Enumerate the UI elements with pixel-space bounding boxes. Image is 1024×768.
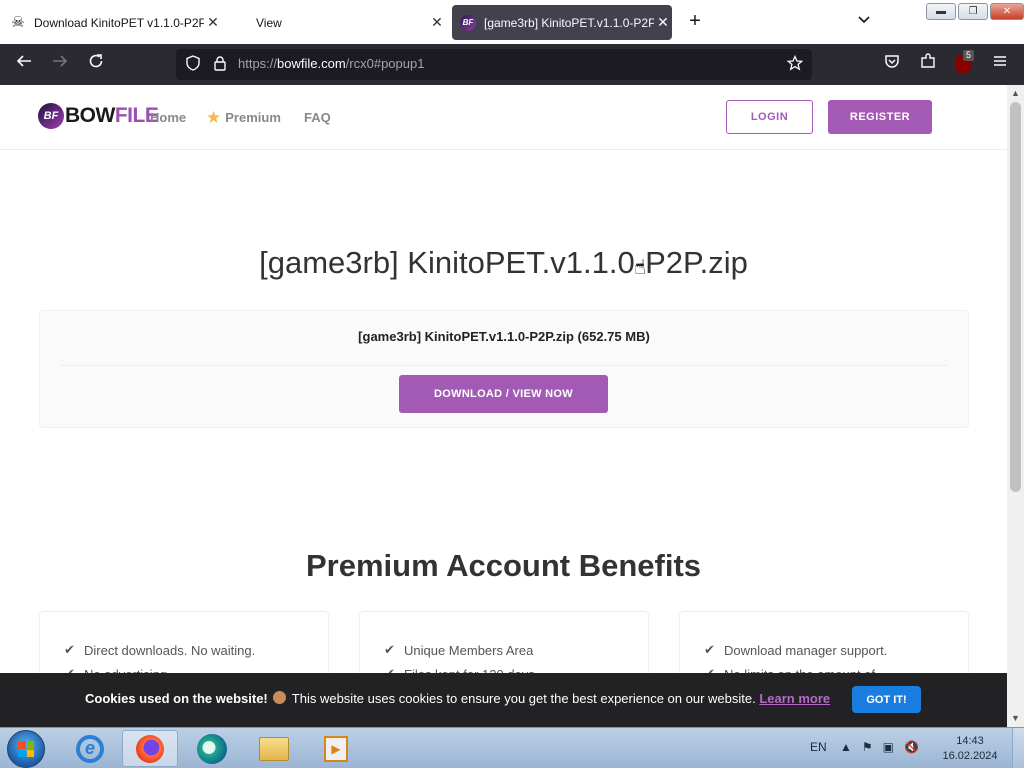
file-name-size: [game3rb] KinitoPET.v1.1.0-P2P.zip (652.… [358,329,650,344]
extension-badge: 5 [963,50,975,61]
volume-muted-icon[interactable]: 🔇 [904,740,919,754]
logo-text-main: BOW [65,104,115,127]
cookie-icon [273,691,287,704]
tab-bowfile-active[interactable]: BF [game3rb] KinitoPET.v1.1.0-P2P ✕ [452,5,672,40]
login-button[interactable]: LOGIN [726,100,813,134]
check-icon: ✔ [704,642,715,657]
forward-arrow-icon[interactable] [48,52,72,76]
bookmark-star-icon[interactable] [786,54,804,73]
file-download-card: [game3rb] KinitoPET.v1.1.0-P2P.zip (652.… [39,310,969,428]
tab-close-icon[interactable]: ✕ [428,14,446,32]
scroll-up-arrow-icon[interactable]: ▲ [1007,85,1024,102]
new-tab-button[interactable]: + [684,10,706,32]
premium-benefits-heading: Premium Account Benefits [305,548,702,583]
list-all-tabs-chevron-icon[interactable] [854,12,874,32]
pocket-icon[interactable] [880,52,904,76]
menu-hamburger-icon[interactable] [988,52,1012,76]
learn-more-link[interactable]: Learn more [759,691,830,706]
url-scheme: https:// [238,56,278,71]
tray-expand-arrow-icon[interactable]: ▲ [840,740,852,754]
action-center-flag-icon[interactable]: ⚑ [862,740,873,754]
benefit-item: ✔ Download manager support. [704,638,968,662]
window-controls: ▬ ❐ ✕ [926,3,1024,21]
tab-title: View [256,15,282,30]
tab-strip: ☠ Download KinitoPET v1.1.0-P2P ✕ View ✕… [0,0,1024,44]
windows-logo-icon [18,741,34,757]
cookie-message: Cookies used on the website! This websit… [85,691,830,706]
scroll-thumb[interactable] [1010,102,1021,492]
check-icon: ✔ [384,642,395,657]
tab-view[interactable]: View ✕ [246,5,446,40]
tab-title: [game3rb] KinitoPET.v1.1.0-P2P [484,15,654,30]
bowfile-icon: BF [460,14,476,31]
register-button[interactable]: REGISTER [828,100,932,134]
url-host: bowfile.com [277,56,346,71]
firefox-taskbar-icon[interactable] [122,730,178,767]
url-text: https://bowfile.com/rcx0#popup1 [238,56,424,71]
nav-premium-link[interactable]: ★ Premium [206,107,281,127]
address-bar[interactable]: https://bowfile.com/rcx0#popup1 [176,49,812,80]
lock-icon[interactable] [211,55,229,73]
benefit-item-label: Direct downloads. No waiting. [84,642,256,658]
edge-taskbar-icon[interactable] [184,730,240,767]
internet-explorer-taskbar-icon[interactable]: e [62,730,118,767]
file-title-heading: [game3rb] KinitoPET.v1.1.0-P2P.zip [259,245,748,280]
star-icon: ★ [206,107,222,127]
benefit-item-label: Unique Members Area [404,642,534,658]
maximize-button[interactable]: ❐ [958,3,988,20]
file-explorer-taskbar-icon[interactable] [246,730,302,767]
system-tray: ▲ ⚑ ▣ 🔇 [840,740,919,754]
logo-mark: BF [38,103,64,129]
got-it-button[interactable]: GOT IT! [852,686,921,713]
scroll-down-arrow-icon[interactable]: ▼ [1007,710,1024,727]
network-icon[interactable]: ▣ [883,740,894,754]
tab-download-kinitopet[interactable]: ☠ Download KinitoPET v1.1.0-P2P ✕ [4,5,222,40]
nav-faq-link[interactable]: FAQ [304,110,331,125]
back-arrow-icon[interactable] [12,52,36,76]
system-clock[interactable]: 14:43 16.02.2024 [940,734,1000,764]
url-path: /rcx0#popup1 [345,56,425,71]
site-header: BF BOWFILE Home ★ Premium FAQ LOGIN REGI… [0,85,1007,150]
nav-premium-label: Premium [225,110,281,125]
bowfile-logo[interactable]: BF BOWFILE [38,103,159,129]
cookie-consent-bar: Cookies used on the website! This websit… [0,673,1007,727]
reload-icon[interactable] [84,52,108,76]
show-desktop-button[interactable] [1012,728,1024,768]
shield-icon[interactable] [184,55,202,73]
tab-title: Download KinitoPET v1.1.0-P2P [34,15,204,30]
check-icon: ✔ [64,642,75,657]
download-view-now-button[interactable]: DOWNLOAD / VIEW NOW [399,375,608,413]
hand-cursor-icon: ☝ [634,257,647,279]
page-scrollbar[interactable]: ▲ ▼ [1007,85,1024,727]
windows-taskbar: e ▶ EN ▲ ⚑ ▣ 🔇 14:43 16.02.2024 [0,727,1024,768]
tab-close-icon[interactable]: ✕ [204,14,222,32]
logo-text: BOWFILE [65,104,159,128]
nav-home-link[interactable]: Home [150,110,186,125]
close-window-button[interactable]: ✕ [990,3,1024,20]
media-player-taskbar-icon[interactable]: ▶ [308,730,364,767]
cookie-body: This website uses cookies to ensure you … [291,691,756,706]
clock-time: 14:43 [956,735,984,747]
benefit-item-label: Download manager support. [724,642,888,658]
divider [60,365,948,366]
clock-date: 16.02.2024 [942,750,998,762]
benefit-item: ✔ Unique Members Area [384,638,648,662]
page-viewport: BF BOWFILE Home ★ Premium FAQ LOGIN REGI… [0,85,1007,727]
skull-icon: ☠ [11,13,25,31]
navigation-toolbar: https://bowfile.com/rcx0#popup1 5 [0,44,1024,85]
start-button[interactable] [7,730,45,768]
tab-close-icon[interactable]: ✕ [654,14,672,32]
benefit-item: ✔ Direct downloads. No waiting. [64,638,328,662]
extensions-puzzle-icon[interactable] [916,52,940,76]
cookie-title: Cookies used on the website! [85,691,268,706]
minimize-button[interactable]: ▬ [926,3,956,20]
language-indicator[interactable]: EN [810,740,827,754]
